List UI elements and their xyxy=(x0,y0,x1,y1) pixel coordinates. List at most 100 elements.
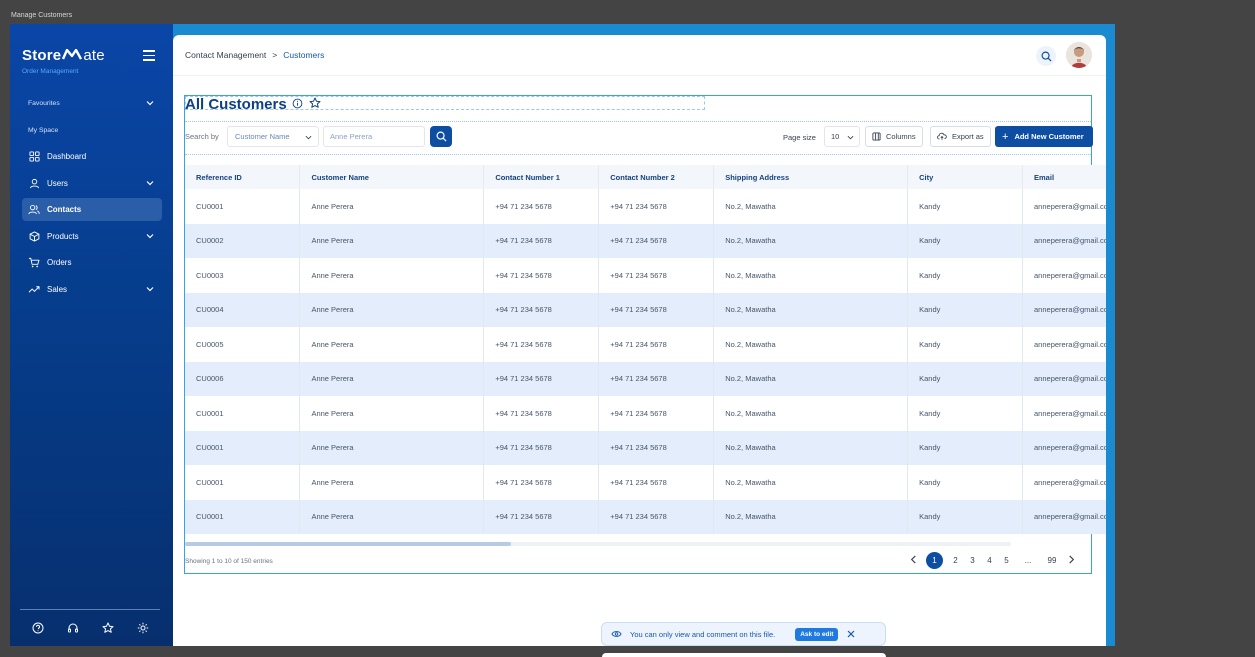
global-search-button[interactable] xyxy=(1036,46,1056,66)
table-row[interactable]: CU0001 Anne Perera +94 71 234 5678 +94 71 2… xyxy=(185,499,1115,534)
help-icon[interactable] xyxy=(32,622,44,634)
table-cell: anneperera@gmail.com xyxy=(1022,430,1115,465)
chevron-down-icon[interactable] xyxy=(146,99,154,107)
sidebar-item-label: My Space xyxy=(28,126,59,134)
pagination-page[interactable]: 99 xyxy=(1041,556,1063,565)
search-field-select[interactable]: Customer Name xyxy=(227,126,319,147)
user-avatar[interactable] xyxy=(1066,42,1092,68)
table-cell: +94 71 234 5678 xyxy=(598,292,715,327)
table-cell: CU0001 xyxy=(185,465,301,500)
table-cell: Anne Perera xyxy=(299,327,485,362)
table-cell: CU0001 xyxy=(185,189,301,224)
table-cell: +94 71 234 5678 xyxy=(483,327,600,362)
eye-icon xyxy=(611,630,622,638)
pagination-page[interactable]: 4 xyxy=(981,556,998,565)
chevron-down-icon[interactable] xyxy=(146,285,154,293)
table-cell: Anne Perera xyxy=(299,396,485,431)
columns-button[interactable]: Columns xyxy=(865,126,923,147)
search-button[interactable] xyxy=(430,126,452,147)
pagination-page[interactable]: 5 xyxy=(998,556,1015,565)
column-header[interactable]: Shipping Address xyxy=(713,165,909,189)
table-cell: Kandy xyxy=(907,499,1024,534)
column-header[interactable]: Reference ID xyxy=(185,165,301,189)
pagination-page[interactable]: 1 xyxy=(926,552,943,569)
export-button[interactable]: Export as xyxy=(930,126,991,147)
search-icon xyxy=(1041,51,1052,62)
sidebar-item-label: Contacts xyxy=(47,205,82,214)
add-customer-button[interactable]: + Add New Customer xyxy=(995,126,1093,147)
table-cell: Kandy xyxy=(907,223,1024,258)
sidebar-nav: Favourites My Space Dashboard Users Contacts… xyxy=(22,92,162,304)
sidebar-item-dashboard[interactable]: Dashboard xyxy=(22,145,162,168)
sidebar-item-products[interactable]: Products xyxy=(22,225,162,248)
table-cell: Kandy xyxy=(907,465,1024,500)
sidebar-item-users[interactable]: Users xyxy=(22,172,162,195)
favorite-star-icon[interactable] xyxy=(309,96,321,113)
table-row[interactable]: CU0001 Anne Perera +94 71 234 5678 +94 71 2… xyxy=(185,396,1115,431)
table-cell: +94 71 234 5678 xyxy=(483,223,600,258)
chevron-down-icon[interactable] xyxy=(146,179,154,187)
sidebar-item-contacts[interactable]: Contacts xyxy=(22,198,162,221)
menu-toggle-icon[interactable] xyxy=(143,50,155,61)
table-cell: +94 71 234 5678 xyxy=(598,327,715,362)
sidebar: Store ate Order Management Favourites My … xyxy=(10,24,173,646)
sidebar-item-my-space[interactable]: My Space xyxy=(22,119,162,142)
user-icon xyxy=(28,177,40,189)
table-cell: No.2, Mawatha xyxy=(713,327,909,362)
table-cell: CU0005 xyxy=(185,327,301,362)
settings-icon[interactable] xyxy=(137,622,149,634)
sidebar-item-label: Dashboard xyxy=(47,152,87,161)
table-row[interactable]: CU0003 Anne Perera +94 71 234 5678 +94 71 2… xyxy=(185,258,1115,293)
close-icon[interactable] xyxy=(847,630,855,638)
breadcrumb-parent[interactable]: Contact Management xyxy=(185,50,266,60)
sidebar-item-label: Users xyxy=(47,178,68,188)
table-row[interactable]: CU0001 Anne Perera +94 71 234 5678 +94 71 2… xyxy=(185,430,1115,465)
sidebar-item-label: Favourites xyxy=(28,100,60,107)
table-cell: anneperera@gmail.com xyxy=(1022,223,1115,258)
table-cell: +94 71 234 5678 xyxy=(598,361,715,396)
column-header[interactable]: Email xyxy=(1022,165,1115,189)
table-cell: CU0001 xyxy=(185,499,301,534)
sidebar-item-label: Orders xyxy=(47,258,72,267)
search-input[interactable] xyxy=(323,126,425,147)
column-header[interactable]: Contact Number 1 xyxy=(483,165,600,189)
headset-icon[interactable] xyxy=(67,622,79,634)
column-header[interactable]: Contact Number 2 xyxy=(598,165,715,189)
pagination-prev-icon[interactable] xyxy=(905,555,922,566)
brand-m-icon xyxy=(62,47,83,64)
brand-name-prefix: Store xyxy=(22,47,62,64)
pagination-page[interactable]: 3 xyxy=(964,556,981,565)
star-icon[interactable] xyxy=(102,622,114,634)
table-cell: Anne Perera xyxy=(299,189,485,224)
table-row[interactable]: CU0001 Anne Perera +94 71 234 5678 +94 71 2… xyxy=(185,465,1115,500)
page-size-select[interactable]: 10 xyxy=(824,126,860,147)
table-cell: +94 71 234 5678 xyxy=(598,396,715,431)
column-header[interactable]: City xyxy=(907,165,1024,189)
table-row[interactable]: CU0001 Anne Perera +94 71 234 5678 +94 71 2… xyxy=(185,189,1115,224)
table-row[interactable]: CU0002 Anne Perera +94 71 234 5678 +94 71 2… xyxy=(185,223,1115,258)
table-cell: +94 71 234 5678 xyxy=(483,499,600,534)
sidebar-bottom-bar xyxy=(20,609,160,634)
pagination-next-icon[interactable] xyxy=(1063,555,1080,566)
chevron-down-icon[interactable] xyxy=(146,232,154,240)
ask-to-edit-button[interactable]: Ask to edit xyxy=(795,627,839,641)
table-row[interactable]: CU0006 Anne Perera +94 71 234 5678 +94 71 2… xyxy=(185,361,1115,396)
info-icon[interactable] xyxy=(292,96,303,113)
table-cell: CU0006 xyxy=(185,361,301,396)
table-cell: anneperera@gmail.com xyxy=(1022,361,1115,396)
horizontal-scrollbar[interactable] xyxy=(185,542,1011,546)
table-header-row: Reference ID Customer Name Contact Number … xyxy=(185,165,1115,189)
column-header[interactable]: Customer Name xyxy=(299,165,485,189)
sidebar-item-orders[interactable]: Orders xyxy=(22,251,162,274)
page-size-value: 10 xyxy=(831,132,840,141)
table-cell: +94 71 234 5678 xyxy=(598,499,715,534)
table-cell: No.2, Mawatha xyxy=(713,465,909,500)
table-cell: Kandy xyxy=(907,258,1024,293)
scrollbar-thumb[interactable] xyxy=(185,542,511,546)
table-cell: +94 71 234 5678 xyxy=(483,361,600,396)
sidebar-item-sales[interactable]: Sales xyxy=(22,278,162,301)
table-row[interactable]: CU0004 Anne Perera +94 71 234 5678 +94 71 2… xyxy=(185,292,1115,327)
pagination-page[interactable]: 2 xyxy=(947,556,964,565)
sidebar-item-favourites[interactable]: Favourites xyxy=(22,92,162,115)
table-row[interactable]: CU0005 Anne Perera +94 71 234 5678 +94 71 2… xyxy=(185,327,1115,362)
